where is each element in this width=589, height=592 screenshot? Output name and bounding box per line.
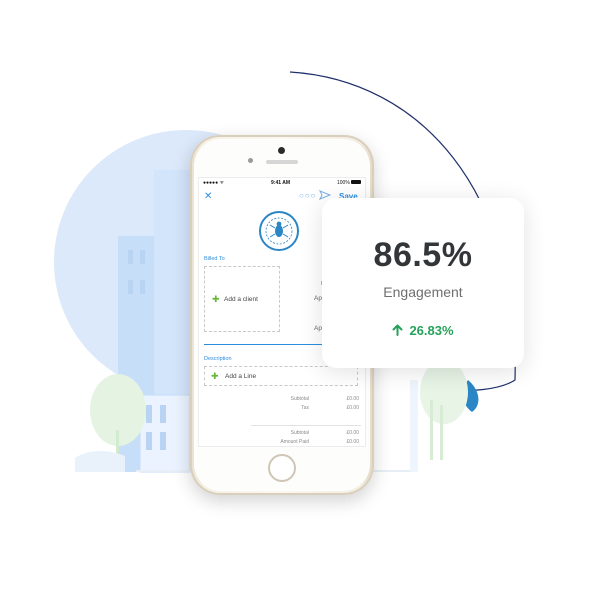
arrow-up-icon [392, 324, 403, 336]
engagement-change: 26.83% [322, 323, 524, 338]
tree-foliage [420, 360, 468, 424]
ground [75, 451, 125, 472]
summary-label: Amount Paid [280, 439, 309, 445]
close-icon[interactable]: ✕ [204, 191, 212, 202]
add-client-button[interactable]: ✚ Add a client [204, 266, 280, 332]
status-bar: ●●●●● ᯤ 9:41 AM 100% [199, 178, 365, 187]
plus-icon: ✚ [211, 371, 219, 381]
status-time: 9:41 AM [271, 180, 290, 186]
earpiece-speaker [266, 160, 298, 164]
add-line-label: Add a Line [225, 373, 257, 380]
billed-to-label: Billed To [204, 256, 225, 262]
add-client-label: Add a client [224, 296, 258, 303]
summary-label: Subtotal [290, 396, 309, 402]
logo-emblem-icon [265, 217, 293, 245]
engagement-card: 86.5% Engagement 26.83% [322, 198, 524, 368]
home-button[interactable] [268, 454, 296, 482]
engagement-label: Engagement [383, 284, 463, 300]
battery-icon [351, 180, 361, 184]
battery-percent: 100% [337, 180, 350, 186]
description-label: Description [204, 356, 232, 362]
signal-indicator: ●●●●● ᯤ [203, 180, 225, 186]
summary-label: Subtotal [290, 430, 309, 436]
front-sensor [248, 158, 253, 163]
summary-divider [251, 425, 361, 426]
summary-value: £0.00 [346, 396, 359, 402]
front-camera [278, 147, 285, 154]
summary-value: £0.00 [346, 405, 359, 411]
plus-icon: ✚ [212, 294, 220, 304]
add-line-button[interactable]: ✚ Add a Line [204, 366, 358, 386]
more-icon[interactable]: ○○○ [299, 191, 317, 200]
engagement-value: 86.5% [373, 236, 473, 274]
summary-label: Tax [301, 405, 309, 411]
summary-value: £0.00 [346, 439, 359, 445]
company-logo[interactable] [259, 211, 299, 251]
engagement-change-value: 26.83% [409, 323, 454, 338]
summary-value: £0.00 [346, 430, 359, 436]
